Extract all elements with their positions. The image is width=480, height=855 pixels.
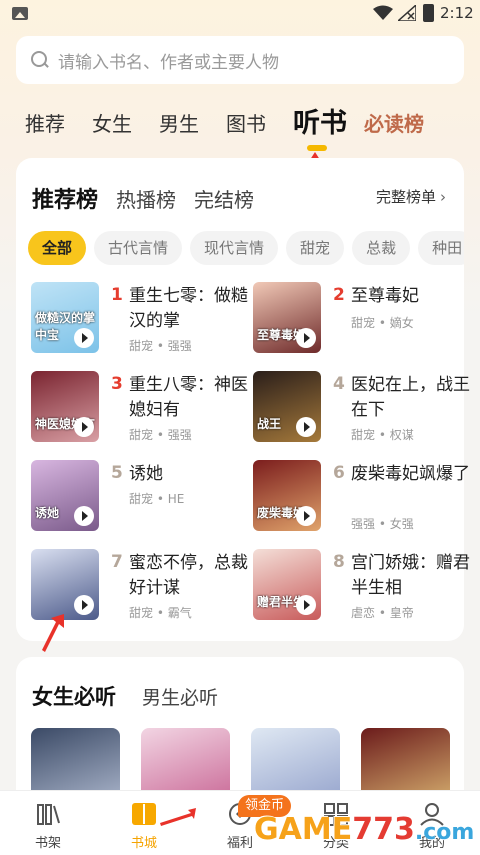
- nav-label: 书架: [34, 836, 61, 851]
- bookshelf-icon: [37, 804, 60, 825]
- status-time: 2:12: [440, 4, 474, 22]
- book-item[interactable]: 神医媳妇有 3 重生八零：神医媳妇有 甜宠 • 强强: [31, 371, 248, 447]
- battery-icon: [423, 4, 434, 22]
- book-tags: 甜宠 • 强强: [129, 428, 192, 442]
- bookstore-icon: [132, 803, 156, 825]
- book-title: 重生八零：神医媳妇有: [129, 375, 248, 420]
- book-tags: 甜宠 • 嫡女: [351, 316, 414, 330]
- ranking-tabs: 推荐榜 热播榜 完结榜: [32, 182, 272, 214]
- watermark-logo: GAME773.com: [254, 812, 475, 847]
- chip-farming[interactable]: 种田: [418, 231, 464, 265]
- book-tags: 甜宠 • 权谋: [351, 428, 414, 442]
- book-tags: 甜宠 • 强强: [129, 339, 192, 353]
- book-tags: 虐恋 • 皇帝: [351, 606, 414, 620]
- rank-number: 7: [111, 552, 123, 572]
- rank-number: 2: [333, 285, 345, 305]
- ranking-card: 推荐榜 热播榜 完结榜 完整榜单 › 全部 古代言情 现代言情 甜宠 总裁 种田 做糙汉的掌…: [16, 158, 470, 641]
- book-title: 重生七零：做糙汉的掌: [129, 286, 248, 331]
- status-bar: 2:12: [0, 0, 480, 28]
- book-cover[interactable]: 赠君半生: [253, 549, 321, 620]
- book-title: 蜜恋不停，总裁好计谋: [129, 553, 248, 598]
- book-cover[interactable]: 做糙汉的掌中宝: [31, 282, 99, 353]
- tab-audiobooks[interactable]: 听书: [293, 106, 347, 142]
- rank-number: 1: [111, 285, 123, 305]
- book-title: 宫门娇娥：赠君半生相: [351, 553, 470, 598]
- top-tabs: 推荐 女生 男生 图书 听书 必读榜: [25, 102, 451, 142]
- rank-number: 8: [333, 552, 345, 572]
- must-listen-tabs: 女生必听 男生必听: [32, 681, 244, 711]
- no-signal-icon: [398, 5, 416, 21]
- book-item[interactable]: 废柴毒妃 6 废柴毒妃飒爆了 强强 • 女强: [253, 460, 470, 536]
- image-notification-icon: [12, 7, 28, 20]
- book-item[interactable]: 做糙汉的掌中宝 1 重生七零：做糙汉的掌 甜宠 • 强强: [31, 282, 248, 358]
- tab-male-must-listen[interactable]: 男生必听: [142, 683, 218, 710]
- tab-female[interactable]: 女生: [92, 106, 132, 142]
- nav-label: 书城: [130, 836, 157, 851]
- book-tags: 甜宠 • HE: [129, 492, 185, 506]
- book-item[interactable]: 至尊毒妃 2 至尊毒妃 甜宠 • 嫡女: [253, 282, 463, 358]
- book-cover[interactable]: 至尊毒妃: [253, 282, 321, 353]
- chip-all[interactable]: 全部: [28, 231, 87, 265]
- book-title: 至尊毒妃: [351, 286, 419, 306]
- play-icon[interactable]: [74, 506, 94, 526]
- rank-number: 4: [333, 374, 345, 394]
- cover-title: 诱她: [35, 506, 60, 520]
- red-arrow-icon: [42, 614, 64, 652]
- play-icon[interactable]: [296, 328, 316, 348]
- wifi-icon: [373, 5, 393, 20]
- tab-recommend[interactable]: 推荐: [25, 106, 65, 142]
- book-cover[interactable]: 战王: [253, 371, 321, 442]
- play-icon[interactable]: [74, 595, 94, 615]
- rank-number: 6: [333, 463, 345, 483]
- play-icon[interactable]: [296, 417, 316, 437]
- red-arrow-icon: [160, 808, 196, 826]
- rank-number: 3: [111, 374, 123, 394]
- book-title: 诱她: [129, 464, 163, 484]
- play-icon[interactable]: [296, 595, 316, 615]
- book-cover[interactable]: 诱她: [31, 460, 99, 531]
- tab-female-must-listen[interactable]: 女生必听: [32, 681, 116, 711]
- search-input[interactable]: 请输入书名、作者或主要人物: [16, 36, 464, 84]
- play-icon[interactable]: [296, 506, 316, 526]
- tab-male[interactable]: 男生: [159, 106, 199, 142]
- play-icon[interactable]: [74, 328, 94, 348]
- search-icon: [30, 50, 50, 70]
- book-item[interactable]: 赠君半生 8 宫门娇娥：赠君半生相 虐恋 • 皇帝: [253, 549, 470, 625]
- chip-sweet[interactable]: 甜宠: [286, 231, 345, 265]
- book-tags: 强强 • 女强: [351, 517, 414, 531]
- book-title: 废柴毒妃飒爆了: [351, 464, 470, 484]
- book-cover[interactable]: [31, 549, 99, 620]
- book-title: 医妃在上，战王在下: [351, 375, 470, 420]
- chip-ceo[interactable]: 总裁: [352, 231, 411, 265]
- chip-ancient-romance[interactable]: 古代言情: [94, 231, 183, 265]
- chip-modern-romance[interactable]: 现代言情: [190, 231, 279, 265]
- play-icon[interactable]: [74, 417, 94, 437]
- search-placeholder: 请输入书名、作者或主要人物: [58, 52, 279, 73]
- cover-title: 战王: [257, 417, 282, 431]
- book-item[interactable]: 诱她 5 诱她 甜宠 • HE: [31, 460, 241, 536]
- category-chips: 全部 古代言情 现代言情 甜宠 总裁 种田: [28, 231, 464, 267]
- full-list-label: 完整榜单: [375, 188, 436, 206]
- tab-books[interactable]: 图书: [226, 106, 266, 142]
- full-list-link[interactable]: 完整榜单 ›: [376, 186, 446, 207]
- book-cover[interactable]: 废柴毒妃: [253, 460, 321, 531]
- tab-finished-rank[interactable]: 完结榜: [194, 184, 254, 213]
- tab-recommend-rank[interactable]: 推荐榜: [32, 182, 98, 214]
- tab-hot-rank[interactable]: 热播榜: [116, 184, 176, 213]
- nav-bookshelf[interactable]: 书架: [8, 791, 88, 855]
- chevron-right-icon: ›: [440, 188, 446, 206]
- book-item[interactable]: 战王 4 医妃在上，战王在下 甜宠 • 权谋: [253, 371, 470, 447]
- rank-number: 5: [111, 463, 123, 483]
- book-tags: 甜宠 • 霸气: [129, 606, 192, 620]
- tab-must-read[interactable]: 必读榜: [364, 106, 424, 142]
- book-cover[interactable]: 神医媳妇有: [31, 371, 99, 442]
